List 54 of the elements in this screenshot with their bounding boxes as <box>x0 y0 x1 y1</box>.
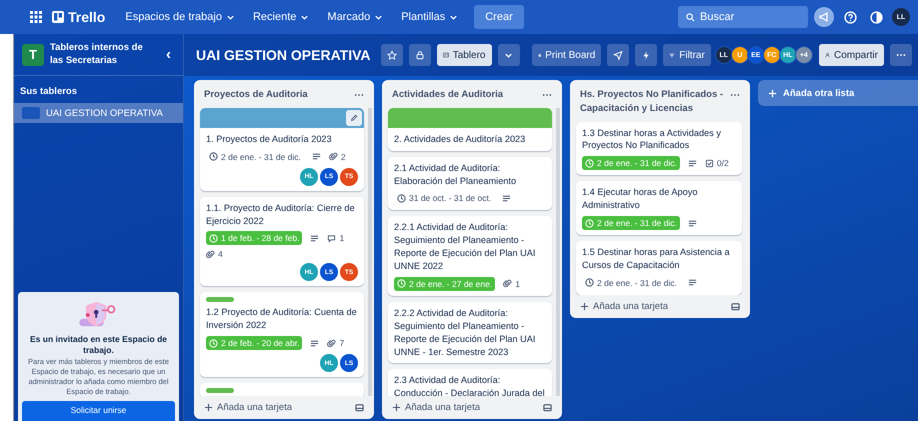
card-title: 1.5 Destinar horas para Asistencia a Cursos de Capacitación <box>582 246 731 272</box>
attachment-count: 2 <box>328 152 346 162</box>
card-title: 1.3 Destinar horas a Actividades y Proyectos No Planificados <box>582 126 722 152</box>
add-card-button[interactable]: Añada una tarjeta <box>204 402 292 413</box>
card-title: 2.2.1 Actividad de Auditoría: Seguimiento del Planeamiento - Reporte de Ejecución del Plan UAI UNNE 2022 <box>394 221 536 273</box>
card[interactable]: 2.2.1 Actividad de Auditoría: Seguimiento del Planeamiento - Reporte de Ejecución del Plan UAI UNNE 2022 2 de ene. - 27 de ene. 1 <box>388 216 552 296</box>
collapse-button[interactable]: ‹ <box>162 46 175 63</box>
card[interactable]: 2. Actividades de Auditoría 2023 <box>388 108 552 151</box>
attachment-count: 1 <box>503 278 520 289</box>
print-board-button[interactable]: Print Board <box>532 44 602 66</box>
checklist-count: 0/2 <box>704 158 729 168</box>
comment-count: 1 <box>327 233 344 244</box>
card-title: 1.2 Proyecto de Auditoría: Cuenta de Inversión 2022 <box>206 306 358 332</box>
card[interactable]: 2.3 Actividad de Auditoría: Conducción - Declaración Jurada del <box>388 369 552 396</box>
card[interactable]: 1.3 Destinar horas a Actividades y Proyectos No Planificados 2 de ene. - 31 de dic. 0/2 <box>576 122 742 176</box>
nav-menu[interactable]: Reciente <box>246 7 316 27</box>
card[interactable]: 2.1 Actividad de Auditoría: Elaboración del Planeamiento 31 de oct. - 31 de oct. <box>388 156 552 210</box>
search-field[interactable]: Buscar <box>678 6 808 28</box>
board-item[interactable]: UAI GESTION OPERATIVA <box>14 103 183 123</box>
list-title[interactable]: Hs. Proyectos No Planificados - Capacitación y Licencias <box>580 88 730 116</box>
attachment-count: 7 <box>327 338 344 348</box>
nav-menu[interactable]: Marcado <box>321 7 390 27</box>
card[interactable]: 1.5 Destinar horas para Asistencia a Cursos de Capacitación 2 de ene. - 31 de dic. <box>576 241 742 295</box>
nav-menu[interactable]: Espacios de trabajo <box>119 7 241 27</box>
nav-menu[interactable]: Plantillas <box>395 7 464 27</box>
due-date-badge[interactable]: 2 de ene. - 31 de dic. <box>206 150 304 164</box>
card[interactable]: 1.4 Ejecutar horas de Apoyo Administrativo 2 de ene. - 31 de dic. <box>576 181 742 236</box>
join-button[interactable]: Solicitar unirse <box>22 401 175 421</box>
board-title[interactable]: UAI GESTION OPERATIVA <box>196 47 370 63</box>
add-card-button[interactable]: Añada una tarjeta <box>580 300 668 312</box>
due-date-badge[interactable]: 31 de oct. - 31 de oct. <box>394 191 494 206</box>
workspace-logo: T <box>22 44 44 66</box>
create-button[interactable]: Crear <box>474 5 524 29</box>
list-title[interactable]: Proyectos de Auditoria <box>204 88 308 102</box>
share-button[interactable]: Compartir <box>818 44 884 66</box>
filter-button[interactable]: Filtrar <box>663 44 711 66</box>
card-title: 1.4 Ejecutar horas de Apoyo Administrativo <box>582 186 698 212</box>
card-title: 2.3 Actividad de Auditoría: Conducción - Declaración Jurada del <box>394 374 546 396</box>
card-title: 2.1 Actividad de Auditoría: Elaboración del Planeamiento <box>394 162 518 188</box>
card-title: 2.2.2 Actividad de Auditoría: Seguimiento del Planeamiento - Reporte de Ejecución del Plan UAI UNNE - 1er. Semestre 2023 <box>394 306 536 358</box>
trello-logo[interactable]: Trello <box>52 9 106 25</box>
add-card-button[interactable]: Añada una tarjeta <box>392 402 480 413</box>
add-list-button[interactable]: Añada otra lista <box>758 80 918 106</box>
card[interactable]: 2.2.2 Actividad de Auditoría: Seguimiento del Planeamiento - Reporte de Ejecución del Plan UAI UNNE - 1er. Semestre 2023 <box>388 302 552 364</box>
list-title[interactable]: Actividades de Auditoria <box>392 88 504 102</box>
view-button[interactable]: Tablero <box>436 44 492 66</box>
card-title: 1. Proyectos de Auditoría 2023 <box>206 132 333 146</box>
card-title: 1.1. Proyecto de Auditoría: Cierre de Ejercicio 2022 <box>206 202 356 228</box>
guest-title: Es un invitado en este Espacio de trabajo. <box>29 334 168 356</box>
section-title: Sus tableros <box>19 85 78 99</box>
due-date-badge[interactable]: 2 de ene. - 31 de dic. <box>582 276 680 290</box>
card-title: 2. Actividades de Auditoría 2023 <box>394 132 526 146</box>
workspace-name: Tableros internos de las Secretarias <box>50 42 144 67</box>
attachment-count: 4 <box>206 249 223 260</box>
